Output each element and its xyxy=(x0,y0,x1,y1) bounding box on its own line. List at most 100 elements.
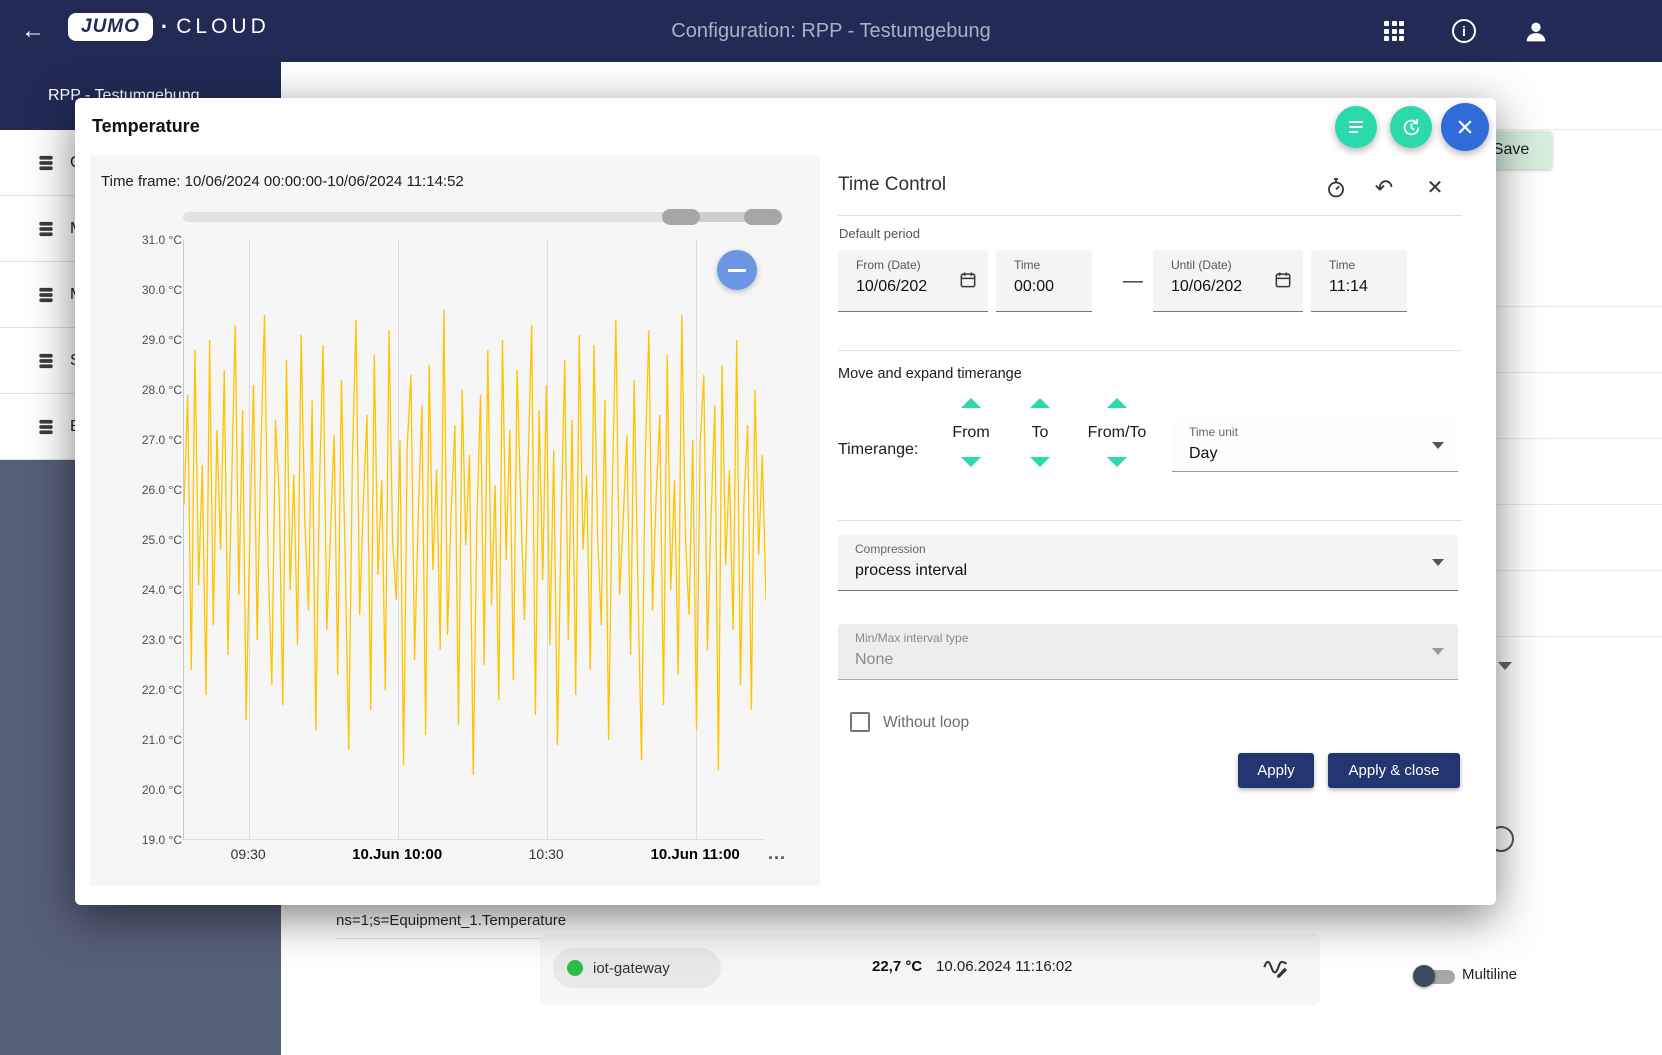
table-row-divider xyxy=(1496,372,1662,373)
calendar-icon[interactable] xyxy=(958,270,978,290)
trend-edit-icon[interactable] xyxy=(1262,952,1290,980)
info-icon[interactable]: i xyxy=(1452,19,1476,43)
chevron-down-icon xyxy=(1432,442,1444,449)
undo-icon[interactable]: ↶ xyxy=(1372,176,1396,200)
list-view-button[interactable] xyxy=(1335,106,1377,148)
zoom-out-button[interactable] xyxy=(717,250,757,290)
zoom-slider-handle-left[interactable] xyxy=(662,209,700,225)
toggle-knob xyxy=(1413,965,1435,987)
address-field-value[interactable]: ns=1;s=Equipment_1.Temperature xyxy=(336,912,566,929)
fromto-increase-button[interactable] xyxy=(1107,398,1127,408)
history-button[interactable] xyxy=(1390,106,1432,148)
chevron-down-icon[interactable] xyxy=(1498,662,1512,670)
database-icon xyxy=(36,417,56,437)
gateway-label: iot-gateway xyxy=(593,960,670,977)
apply-close-button[interactable]: Apply & close xyxy=(1328,753,1460,788)
y-axis-label: 25.0 °C xyxy=(90,532,182,548)
y-axis-label: 21.0 °C xyxy=(90,732,182,748)
from-decrease-button[interactable] xyxy=(961,457,981,467)
field-label: From (Date) xyxy=(856,258,921,272)
chevron-down-icon xyxy=(1432,559,1444,566)
select-value: Day xyxy=(1189,445,1217,463)
app-header: ← JUMO · CLOUD Configuration: RPP - Test… xyxy=(0,0,1662,62)
from-time-field[interactable]: Time 00:00 xyxy=(996,250,1092,312)
panel-close-icon[interactable]: ✕ xyxy=(1423,176,1447,200)
dialog-title: Temperature xyxy=(92,116,200,137)
field-value: 10/06/202 xyxy=(856,278,927,296)
apps-grid-icon[interactable] xyxy=(1384,21,1404,41)
default-period-label: Default period xyxy=(839,226,920,241)
y-axis-label: 23.0 °C xyxy=(90,632,182,648)
x-axis-label: 10.Jun 11:00 xyxy=(635,846,755,863)
to-decrease-button[interactable] xyxy=(1030,457,1050,467)
multiline-toggle[interactable] xyxy=(1413,963,1457,989)
current-value: 22,7 °C xyxy=(872,958,922,975)
database-icon xyxy=(36,285,56,305)
field-value: 10/06/202 xyxy=(1171,278,1242,296)
x-axis-label: 09:30 xyxy=(188,846,308,862)
account-icon[interactable] xyxy=(1522,18,1550,46)
page-title: Configuration: RPP - Testumgebung xyxy=(0,20,1662,43)
chevron-down-icon xyxy=(1432,648,1444,655)
from-increase-button[interactable] xyxy=(961,398,981,408)
select-value: None xyxy=(855,651,893,669)
x-axis-label: 10:30 xyxy=(486,846,606,862)
table-row-divider xyxy=(1496,504,1662,505)
y-axis-label: 19.0 °C xyxy=(90,832,182,848)
to-increase-button[interactable] xyxy=(1030,398,1050,408)
stopwatch-icon[interactable] xyxy=(1324,176,1348,200)
without-loop-label: Without loop xyxy=(883,714,969,732)
time-unit-select[interactable]: Time unit Day xyxy=(1172,418,1458,472)
apply-button[interactable]: Apply xyxy=(1238,753,1314,788)
from-date-field[interactable]: From (Date) 10/06/202 xyxy=(838,250,988,312)
database-icon xyxy=(36,219,56,239)
y-axis-label: 20.0 °C xyxy=(90,782,182,798)
calendar-icon[interactable] xyxy=(1273,270,1293,290)
dialog-close-button[interactable] xyxy=(1441,103,1489,151)
gateway-chip[interactable]: iot-gateway xyxy=(553,948,721,988)
divider xyxy=(838,215,1462,216)
select-label: Time unit xyxy=(1189,425,1238,439)
time-frame-text: Time frame: 10/06/2024 00:00:00-10/06/20… xyxy=(101,173,464,190)
y-axis-label: 31.0 °C xyxy=(90,232,182,248)
y-axis: 31.0 °C30.0 °C29.0 °C28.0 °C27.0 °C26.0 … xyxy=(90,232,182,848)
database-icon xyxy=(36,351,56,371)
select-label: Min/Max interval type xyxy=(855,631,968,645)
x-axis-label: 10.Jun 10:00 xyxy=(337,846,457,863)
divider xyxy=(838,350,1462,351)
zoom-slider-handle-right[interactable] xyxy=(744,209,782,225)
y-axis-label: 22.0 °C xyxy=(90,682,182,698)
fromto-decrease-button[interactable] xyxy=(1107,457,1127,467)
database-icon xyxy=(36,153,56,173)
select-label: Compression xyxy=(855,542,926,556)
timerange-fromto-control: From/To xyxy=(1072,398,1162,467)
field-label: Time xyxy=(1014,258,1040,272)
chart-more-button[interactable]: ... xyxy=(768,843,786,864)
chart-panel: Time frame: 10/06/2024 00:00:00-10/06/20… xyxy=(90,155,820,886)
y-axis-label: 28.0 °C xyxy=(90,382,182,398)
without-loop-checkbox[interactable] xyxy=(850,712,870,732)
until-time-field[interactable]: Time 11:14 xyxy=(1311,250,1407,312)
timerange-label: Timerange: xyxy=(838,441,918,459)
timerange-option-label: From/To xyxy=(1072,424,1162,442)
y-axis-label: 27.0 °C xyxy=(90,432,182,448)
field-value: 11:14 xyxy=(1329,278,1368,296)
minmax-interval-select[interactable]: Min/Max interval type None xyxy=(838,624,1458,680)
field-label: Time xyxy=(1329,258,1355,272)
table-row-divider xyxy=(1496,570,1662,571)
gateway-status-dot xyxy=(567,960,583,976)
y-axis-label: 29.0 °C xyxy=(90,332,182,348)
temperature-dialog: Temperature Time frame: 10/06/2024 00:00… xyxy=(75,98,1496,905)
field-value: 00:00 xyxy=(1014,278,1054,296)
current-timestamp: 10.06.2024 11:16:02 xyxy=(936,958,1073,975)
y-axis-label: 26.0 °C xyxy=(90,482,182,498)
field-label: Until (Date) xyxy=(1171,258,1232,272)
y-axis-label: 24.0 °C xyxy=(90,582,182,598)
compression-select[interactable]: Compression process interval xyxy=(838,535,1458,591)
until-date-field[interactable]: Until (Date) 10/06/202 xyxy=(1153,250,1303,312)
table-row-divider xyxy=(1496,306,1662,307)
table-row-divider xyxy=(1496,636,1662,637)
move-expand-label: Move and expand timerange xyxy=(838,366,1022,382)
table-row-divider xyxy=(1496,438,1662,439)
time-control-title: Time Control xyxy=(838,174,946,196)
